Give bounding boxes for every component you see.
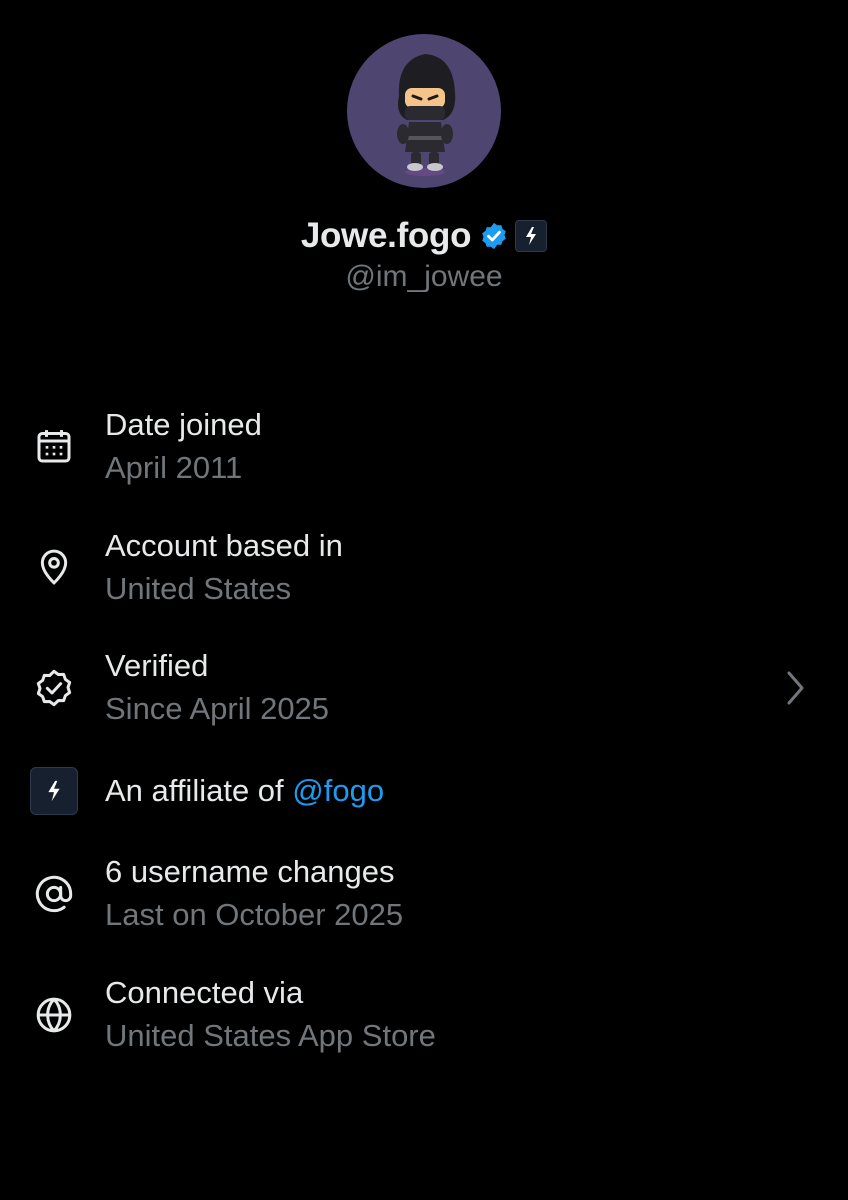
row-title: Date joined — [105, 407, 262, 442]
ninja-avatar — [397, 54, 456, 176]
avatar[interactable] — [347, 34, 501, 188]
row-title: Connected via — [105, 975, 304, 1010]
username-handle: @im_jowee — [345, 260, 503, 293]
row-title: Account based in — [105, 528, 343, 563]
verified-check-icon — [30, 664, 78, 712]
fogo-affiliate-icon — [30, 767, 78, 815]
row-title: Verified — [105, 648, 209, 683]
row-subtitle: April 2011 — [105, 450, 243, 485]
verified-badge-icon[interactable] — [479, 221, 509, 251]
row-subtitle: United States — [105, 571, 292, 606]
row-subtitle: United States App Store — [105, 1018, 436, 1053]
chevron-right-icon[interactable] — [782, 668, 808, 708]
at-sign-icon — [30, 870, 78, 918]
name-row: Jowe.fogo — [300, 214, 548, 258]
row-title: 6 username changes — [105, 854, 395, 889]
fogo-affiliate-icon[interactable] — [515, 220, 548, 252]
display-name: Jowe.fogo — [300, 216, 472, 255]
row-subtitle: Last on October 2025 — [105, 897, 404, 932]
affiliate-link[interactable]: @fogo — [292, 773, 384, 808]
row-title: An affiliate of @fogo — [105, 773, 384, 809]
profile-header: Jowe.fogo @im_jowee — [0, 34, 848, 294]
row-subtitle: Since April 2025 — [105, 691, 330, 726]
location-pin-icon — [30, 543, 78, 591]
calendar-icon — [30, 422, 78, 470]
affiliate-prefix: An affiliate of — [105, 773, 293, 808]
globe-icon — [30, 991, 78, 1039]
